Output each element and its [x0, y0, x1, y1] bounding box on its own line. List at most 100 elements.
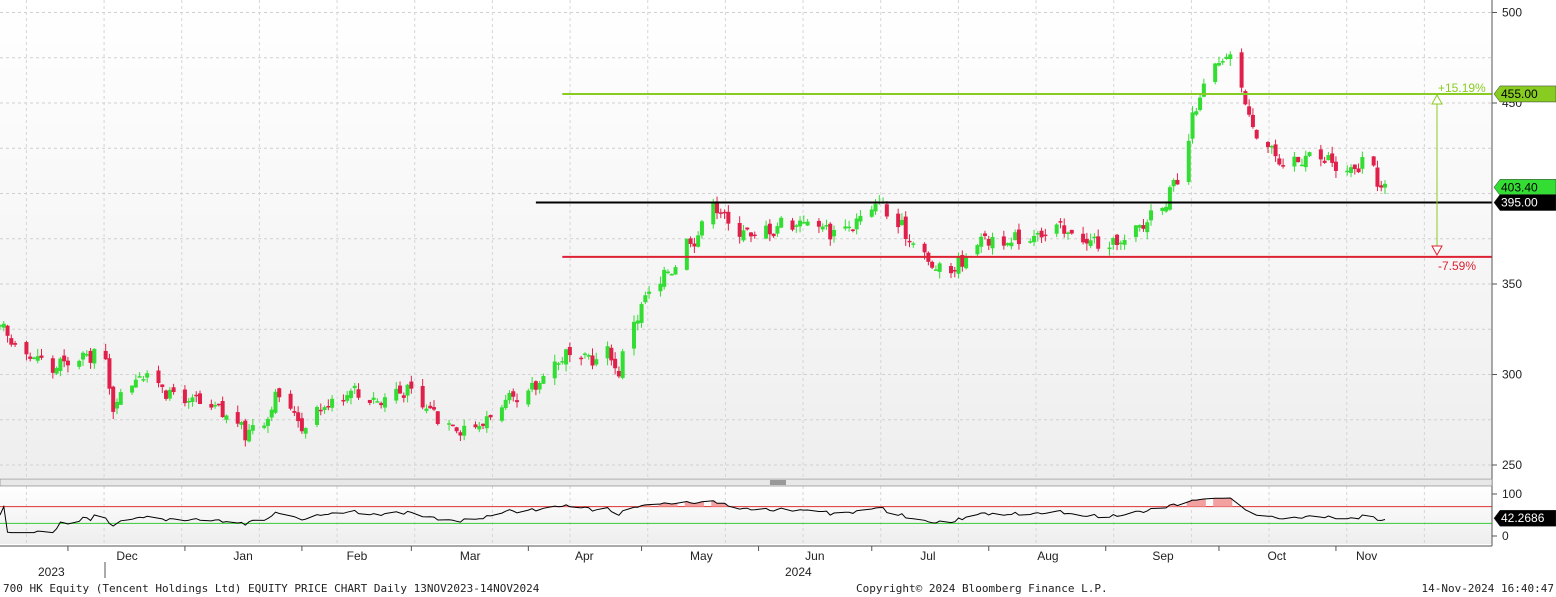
candle-body: [401, 395, 406, 398]
candle-body: [933, 269, 938, 271]
candle-body: [1058, 221, 1063, 223]
resistance-tag: 455.00: [1493, 85, 1556, 103]
copyright-text: Copyright© 2024 Bloomberg Finance L.P.: [856, 582, 1108, 595]
x-year-label: 2024: [785, 565, 812, 579]
candle-body: [216, 403, 221, 406]
candle-body: [1115, 234, 1120, 246]
candle-body: [798, 220, 803, 227]
candle-body: [77, 360, 82, 367]
timestamp: 14-Nov-2024 16:40:47: [1421, 582, 1554, 595]
candle-body: [816, 220, 821, 227]
candle-body: [315, 406, 320, 425]
candle-body: [511, 391, 516, 397]
candle-body: [1035, 232, 1040, 235]
candle-body: [647, 291, 652, 294]
candle-body: [820, 226, 825, 230]
candle-body: [741, 230, 746, 241]
candle-body: [262, 425, 267, 428]
candle-body: [1167, 187, 1172, 210]
candle-body: [288, 393, 293, 409]
candle-body: [907, 240, 912, 243]
candle-body: [745, 227, 750, 230]
candle-body: [1379, 185, 1384, 188]
candle-body: [767, 223, 772, 235]
candle-body: [111, 386, 116, 412]
candle-body: [873, 203, 878, 212]
x-month-label: Oct: [1267, 549, 1286, 563]
candle-body: [488, 414, 493, 418]
candle-body: [224, 415, 229, 420]
candle-body: [141, 379, 146, 381]
candle-body: [299, 418, 304, 432]
candle-body: [160, 384, 165, 388]
candle-body: [979, 236, 984, 247]
candle-body: [156, 370, 161, 384]
candle-body: [975, 245, 980, 255]
candle-body: [982, 233, 987, 237]
candle-body: [1254, 129, 1259, 139]
candle-body: [639, 304, 644, 323]
candle-body: [643, 295, 648, 303]
candle-body: [579, 357, 584, 360]
candle-body: [801, 222, 806, 224]
candle-body: [771, 233, 776, 237]
candle-body: [896, 213, 901, 228]
candle-body: [1292, 156, 1297, 167]
candle-body: [1194, 111, 1199, 115]
candle-body: [1032, 235, 1037, 243]
candle-body: [296, 412, 301, 422]
candle-body: [722, 211, 727, 214]
candle-body: [507, 392, 512, 401]
candle-body: [473, 424, 478, 428]
candle-body: [198, 393, 203, 404]
candle-body: [673, 267, 678, 275]
candle-body: [779, 217, 784, 228]
candle-body: [737, 223, 742, 237]
candle-body: [420, 386, 425, 408]
candle-body: [220, 400, 225, 418]
candle-body: [130, 385, 135, 393]
candle-body: [1005, 243, 1010, 246]
y-tick-label: 250: [1502, 458, 1522, 472]
candle-body: [1111, 238, 1116, 245]
candle-body: [843, 226, 848, 229]
x-month-label: Sep: [1152, 549, 1174, 563]
candle-body: [911, 243, 916, 245]
candle-body: [1352, 164, 1357, 170]
rsi-last-tag: 42.2686: [1493, 509, 1556, 527]
indicator-panel-background: [0, 486, 1492, 544]
chart-canvas: +15.19% -7.59% 5004503503002501000403.40…: [0, 0, 1556, 579]
candle-body: [699, 221, 704, 236]
candle-body: [930, 261, 935, 268]
candle-body: [515, 400, 520, 403]
candle-body: [454, 427, 459, 432]
candle-body: [1224, 56, 1229, 60]
range-up-label: +15.19%: [1438, 81, 1486, 95]
last-price-tag: 403.40: [1493, 179, 1556, 196]
pivot-tag-text: 395.00: [1501, 196, 1538, 210]
candle-body: [560, 361, 565, 363]
last-price-tag-text: 403.40: [1501, 180, 1538, 194]
candle-body: [107, 358, 112, 389]
panel-divider-handle[interactable]: [770, 480, 786, 485]
candle-body: [133, 379, 138, 388]
candle-body: [586, 355, 591, 357]
candle-body: [1, 323, 6, 328]
candle-body: [692, 243, 697, 247]
candle-body: [1133, 225, 1138, 238]
candle-body: [1303, 155, 1308, 168]
candle-body: [1247, 106, 1252, 115]
candle-body: [1009, 242, 1014, 247]
candle-body: [1122, 240, 1127, 245]
candle-body: [348, 390, 353, 399]
candle-body: [922, 243, 927, 253]
candle-body: [1164, 206, 1169, 212]
candle-body: [1326, 155, 1331, 161]
candle-body: [1333, 161, 1338, 171]
candle-body: [537, 383, 542, 390]
candle-body: [405, 384, 410, 396]
candle-body: [1273, 144, 1278, 157]
rsi-y-tick-label: 0: [1502, 529, 1509, 543]
candle-body: [31, 357, 36, 359]
candle-body: [775, 226, 780, 234]
